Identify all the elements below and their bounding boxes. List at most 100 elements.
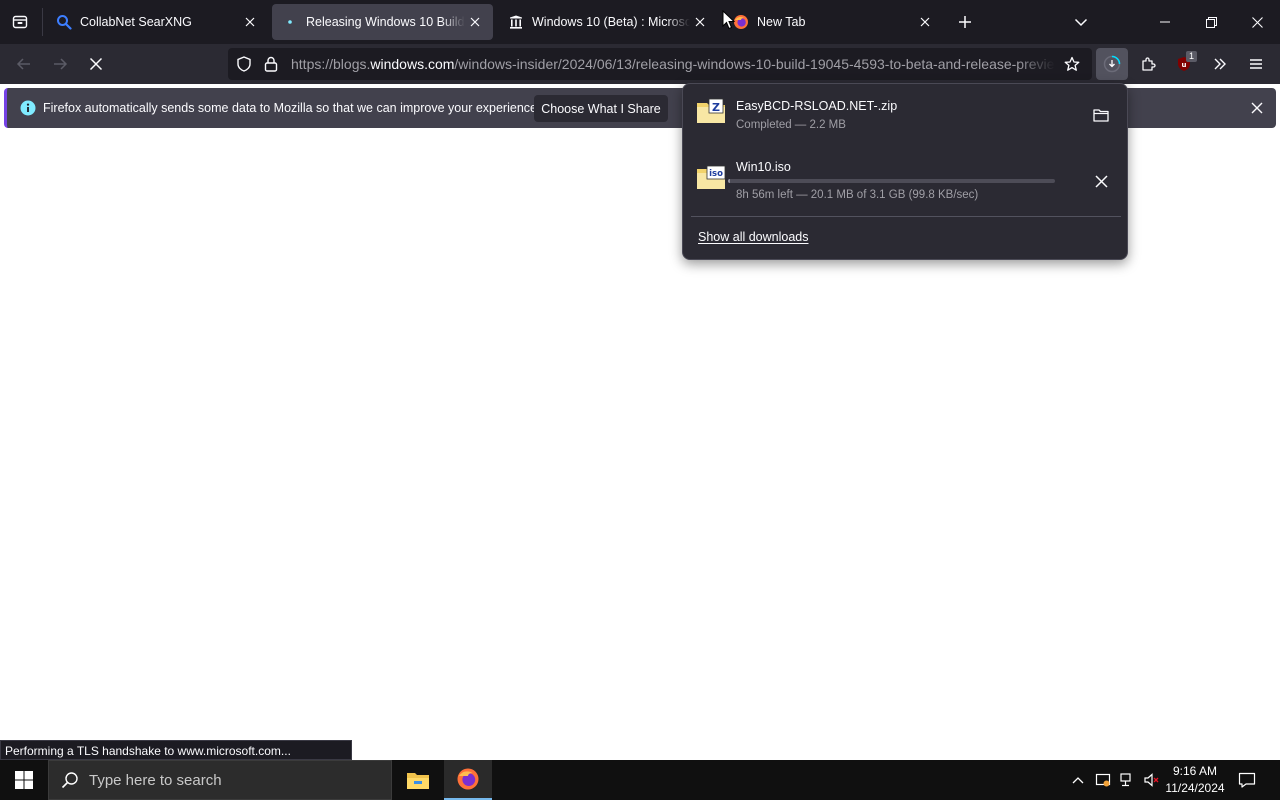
lock-icon[interactable] bbox=[264, 56, 278, 77]
back-arrow-icon bbox=[16, 58, 30, 70]
start-button[interactable] bbox=[0, 760, 48, 800]
tab-new-tab[interactable]: New Tab bbox=[723, 4, 943, 40]
show-hidden-icons-button[interactable] bbox=[1068, 760, 1088, 800]
downloads-panel: Z EasyBCD-RSLOAD.NET-.zip Completed — 2.… bbox=[682, 83, 1128, 260]
status-bar: Performing a TLS handshake to www.micros… bbox=[0, 740, 352, 760]
download-filename: EasyBCD-RSLOAD.NET-.zip bbox=[736, 99, 898, 113]
close-icon bbox=[1251, 16, 1263, 28]
folder-icon bbox=[1093, 109, 1109, 122]
close-window-button[interactable] bbox=[1234, 0, 1280, 44]
extension-badge: 1 bbox=[1186, 51, 1198, 62]
tab-windows10-beta[interactable]: Windows 10 (Beta) : Microsoft Insider bbox=[498, 4, 718, 40]
svg-text:u: u bbox=[1182, 61, 1187, 69]
volume-muted-icon bbox=[1144, 773, 1159, 787]
clock-time: 9:16 AM bbox=[1172, 764, 1218, 778]
close-notification-button[interactable] bbox=[1245, 96, 1269, 120]
tab-bar: CollabNet SearXNG Releasing Windows 10 B… bbox=[0, 0, 1280, 44]
tab-searxng[interactable]: CollabNet SearXNG bbox=[46, 4, 268, 40]
close-tab-icon[interactable] bbox=[915, 12, 935, 32]
chevron-up-icon bbox=[1072, 777, 1084, 784]
notification-icon bbox=[1238, 772, 1256, 788]
tab-separator bbox=[42, 8, 43, 36]
download-progress-icon bbox=[1103, 55, 1121, 73]
tab-title: New Tab bbox=[757, 15, 806, 29]
notification-message: Firefox automatically sends some data to… bbox=[43, 101, 541, 115]
minimize-icon bbox=[1160, 21, 1170, 23]
network-tray-button[interactable] bbox=[1116, 760, 1138, 800]
url-prefix: https://blogs. bbox=[291, 56, 371, 72]
choose-what-i-share-label: Choose What I Share bbox=[541, 101, 661, 116]
ublock-origin-button[interactable]: u 1 bbox=[1168, 48, 1200, 80]
iso-icon-label: iso bbox=[709, 169, 723, 179]
download-progress-fill bbox=[728, 179, 730, 183]
download-item[interactable]: Z EasyBCD-RSLOAD.NET-.zip Completed — 2.… bbox=[691, 84, 1121, 144]
action-center-button[interactable] bbox=[1234, 760, 1260, 800]
firefox-icon bbox=[457, 768, 479, 790]
show-all-downloads-button[interactable]: Show all downloads bbox=[698, 230, 809, 244]
navigation-toolbar: https://blogs.windows.com/windows-inside… bbox=[0, 44, 1280, 84]
downloads-button[interactable] bbox=[1096, 48, 1128, 80]
plus-icon bbox=[959, 16, 971, 28]
download-status: 8h 56m left — 20.1 MB of 3.1 GB (99.8 KB… bbox=[736, 189, 979, 201]
taskbar-search-box[interactable]: Type here to search bbox=[48, 760, 392, 800]
download-filename: Win10.iso bbox=[736, 160, 791, 174]
mouse-cursor bbox=[722, 9, 736, 35]
chevron-down-icon bbox=[1074, 18, 1088, 27]
show-in-folder-button[interactable] bbox=[1085, 99, 1117, 131]
tab-releasing-windows[interactable]: Releasing Windows 10 Build 19045 bbox=[272, 4, 493, 40]
search-icon bbox=[56, 14, 72, 30]
download-progress-bar bbox=[728, 179, 1055, 183]
iso-file-icon: iso bbox=[695, 160, 727, 192]
file-explorer-icon bbox=[407, 773, 429, 789]
choose-what-i-share-button[interactable]: Choose What I Share bbox=[534, 95, 668, 122]
minimize-button[interactable] bbox=[1142, 0, 1188, 44]
bookmark-star-icon[interactable] bbox=[1064, 56, 1080, 77]
volume-tray-button[interactable] bbox=[1140, 760, 1162, 800]
firefox-view-icon bbox=[12, 15, 28, 29]
restore-icon bbox=[1205, 16, 1217, 28]
forward-arrow-icon bbox=[54, 58, 68, 70]
url-text[interactable]: https://blogs.windows.com/windows-inside… bbox=[291, 56, 1055, 72]
security-tray-button[interactable] bbox=[1092, 760, 1114, 800]
firefox-taskbar-button[interactable] bbox=[444, 760, 492, 800]
info-icon bbox=[20, 100, 36, 121]
hamburger-menu-icon bbox=[1250, 59, 1262, 69]
search-icon bbox=[61, 772, 78, 789]
archive-icon bbox=[508, 14, 524, 30]
puzzle-piece-icon bbox=[1142, 57, 1156, 71]
forward-button[interactable] bbox=[44, 48, 76, 80]
windows-taskbar: Type here to search 9:16 AM 11/24/2024 bbox=[0, 760, 1280, 800]
url-path: /windows-insider/2024/06/13/releasing-wi… bbox=[454, 56, 1055, 72]
download-status: Completed — 2.2 MB bbox=[736, 119, 846, 131]
restore-button[interactable] bbox=[1188, 0, 1234, 44]
back-button[interactable] bbox=[8, 48, 40, 80]
file-explorer-button[interactable] bbox=[394, 760, 442, 800]
list-all-tabs-button[interactable] bbox=[1066, 6, 1096, 38]
stop-button[interactable] bbox=[80, 48, 112, 80]
firefox-view-button[interactable] bbox=[4, 6, 36, 38]
tracking-protection-shield-icon[interactable] bbox=[236, 56, 252, 77]
tab-title: Windows 10 (Beta) : Microsoft Insider bbox=[532, 15, 690, 29]
search-placeholder: Type here to search bbox=[89, 771, 222, 789]
tab-title: Releasing Windows 10 Build 19045 bbox=[306, 15, 465, 29]
more-tools-button[interactable] bbox=[1204, 48, 1236, 80]
network-icon bbox=[1120, 773, 1131, 787]
close-tab-icon[interactable] bbox=[465, 12, 485, 32]
close-tab-icon[interactable] bbox=[240, 12, 260, 32]
close-tab-icon[interactable] bbox=[690, 12, 710, 32]
clock-date: 11/24/2024 bbox=[1165, 781, 1225, 795]
double-chevron-right-icon bbox=[1214, 58, 1226, 70]
app-menu-button[interactable] bbox=[1240, 48, 1272, 80]
close-icon bbox=[1094, 174, 1108, 188]
stop-icon bbox=[89, 57, 103, 71]
cancel-download-button[interactable] bbox=[1085, 165, 1117, 197]
taskbar-clock[interactable]: 9:16 AM 11/24/2024 bbox=[1160, 763, 1230, 797]
zip-file-icon: Z bbox=[695, 94, 727, 126]
windows-logo-icon bbox=[15, 771, 33, 789]
extensions-button[interactable] bbox=[1132, 48, 1164, 80]
new-tab-button[interactable] bbox=[950, 6, 980, 38]
loading-dot-icon bbox=[282, 14, 298, 30]
url-bar[interactable]: https://blogs.windows.com/windows-inside… bbox=[228, 48, 1092, 80]
tab-title: CollabNet SearXNG bbox=[80, 15, 192, 29]
security-icon bbox=[1095, 773, 1111, 787]
